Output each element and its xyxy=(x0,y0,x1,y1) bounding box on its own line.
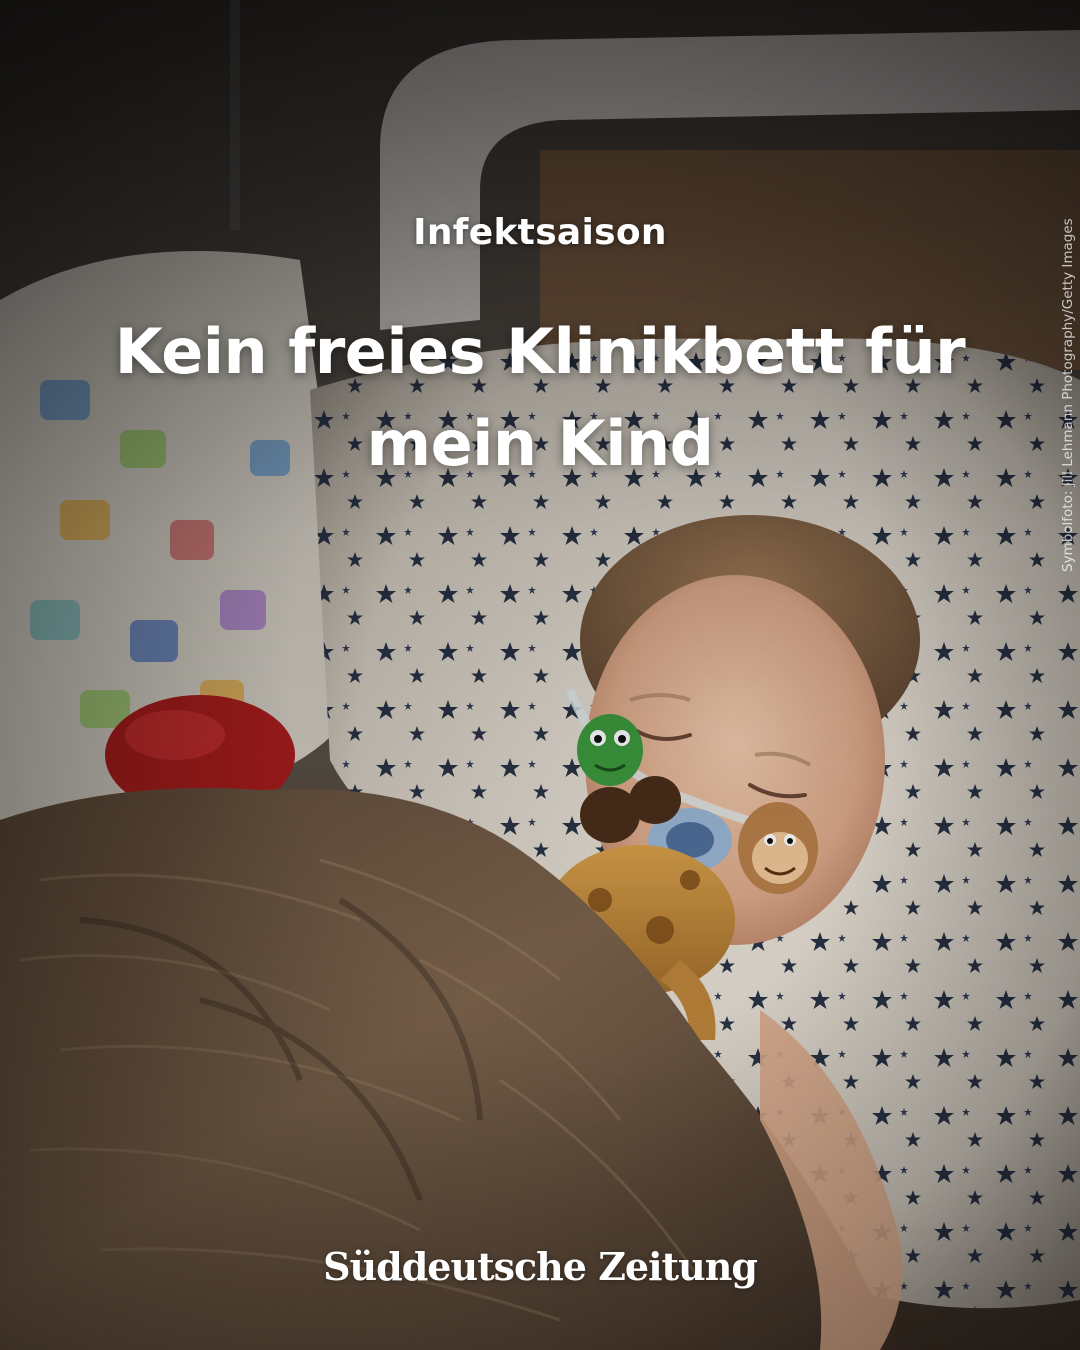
sleeping-child-hospital-photo xyxy=(0,0,1080,1350)
photo-credit-text: Symbolfoto: Jill Lehmann Photography/Get… xyxy=(1060,218,1076,572)
publication-logo: Süddeutsche Zeitung xyxy=(323,1244,758,1289)
kicker-label: Infektsaison xyxy=(413,212,667,253)
headline-line-2: mein Kind xyxy=(366,407,714,480)
headline: Kein freies Klinikbett für mein Kind xyxy=(80,306,1000,490)
instagram-post: Infektsaison Kein freies Klinikbett für … xyxy=(0,0,1080,1350)
photo-credit: Symbolfoto: Jill Lehmann Photography/Get… xyxy=(1058,142,1078,582)
headline-line-1: Kein freies Klinikbett für xyxy=(114,315,966,388)
